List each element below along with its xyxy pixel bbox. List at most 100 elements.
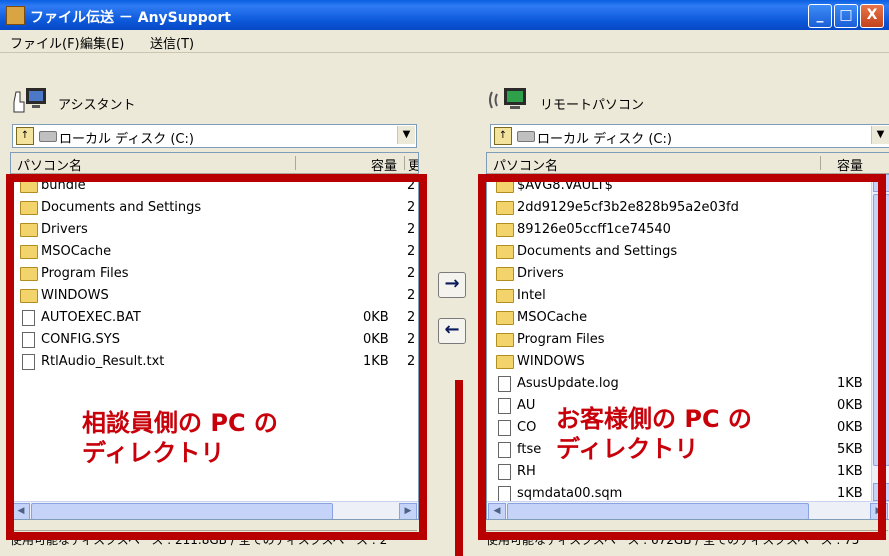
list-item[interactable]: WINDOWS 2 — [11, 285, 418, 307]
folder-icon — [20, 245, 38, 259]
item-date: 2 — [407, 222, 416, 237]
scroll-thumb[interactable] — [873, 194, 889, 466]
item-name: RH — [517, 464, 536, 479]
item-name: Documents and Settings — [517, 244, 678, 259]
right-column-name[interactable]: パソコン名 — [493, 155, 558, 174]
close-button[interactable]: X — [860, 4, 884, 28]
list-item[interactable]: RtlAudio_Result.txt 1KB 2 — [11, 351, 418, 373]
left-status-text: 使用可能なディスクスペース : 211.8GB / 全てのディスクスペース : … — [10, 530, 417, 551]
file-icon — [22, 354, 35, 370]
menu-bar: ファイル(F) 編集(E) 送信(T) — [0, 30, 889, 53]
folder-icon — [20, 289, 38, 303]
item-date: 2 — [407, 310, 416, 325]
menu-edit[interactable]: 編集(E) — [80, 33, 124, 52]
folder-icon — [496, 311, 514, 325]
list-item[interactable]: AUTOEXEC.BAT 0KB 2 — [11, 307, 418, 329]
list-item[interactable]: Drivers — [487, 263, 889, 285]
folder-up-icon[interactable]: ↑ — [494, 127, 512, 145]
list-item[interactable]: CONFIG.SYS 0KB 2 — [11, 329, 418, 351]
right-column-size[interactable]: 容量 — [837, 155, 863, 174]
send-to-remote-button[interactable]: → — [438, 272, 466, 298]
item-name: CONFIG.SYS — [41, 332, 120, 347]
menu-file[interactable]: ファイル(F) — [10, 33, 80, 52]
list-item[interactable]: 2dd9129e5cf3b2e828b95a2e03fd — [487, 197, 889, 219]
left-annotation: 相談員側の PC の ディレクトリ — [82, 409, 278, 467]
list-item[interactable]: 89126e05ccff1ce74540 — [487, 219, 889, 241]
item-name: 89126e05ccff1ce74540 — [517, 222, 671, 237]
assistant-label: アシスタント — [58, 98, 136, 113]
left-column-name[interactable]: パソコン名 — [17, 155, 82, 174]
item-date: 2 — [407, 200, 416, 215]
left-drive-select[interactable]: ↑ ローカル ディスク (C:) ▼ — [12, 124, 417, 148]
right-horizontal-scrollbar[interactable]: ◀ ▶ — [487, 501, 889, 519]
list-item[interactable]: $AVG8.VAULT$ — [487, 175, 889, 197]
file-icon — [498, 420, 511, 436]
scroll-right-icon[interactable]: ▶ — [870, 503, 888, 519]
item-size: 1KB — [837, 376, 863, 391]
folder-icon — [496, 289, 514, 303]
item-name: MSOCache — [41, 244, 112, 259]
divider-bar — [455, 380, 463, 556]
item-date: 2 — [407, 288, 416, 303]
item-date: 2 — [407, 178, 416, 193]
menu-send[interactable]: 送信(T) — [150, 33, 194, 52]
scroll-right-icon[interactable]: ▶ — [399, 503, 417, 519]
list-item[interactable]: RH 1KB — [487, 461, 889, 483]
chevron-down-icon[interactable]: ▼ — [397, 126, 415, 144]
drive-icon — [517, 131, 535, 142]
item-size: 0KB — [837, 420, 863, 435]
file-icon — [498, 398, 511, 414]
right-vertical-scrollbar[interactable]: ▲ ▼ — [871, 174, 889, 501]
list-item[interactable]: Intel — [487, 285, 889, 307]
chevron-down-icon[interactable]: ▼ — [871, 126, 889, 144]
list-item[interactable]: AsusUpdate.log 1KB — [487, 373, 889, 395]
item-name: Intel — [517, 288, 546, 303]
scroll-left-icon[interactable]: ◀ — [12, 503, 30, 519]
item-size: 1KB — [363, 354, 389, 369]
folder-icon — [20, 179, 38, 193]
list-item[interactable]: MSOCache — [487, 307, 889, 329]
file-icon — [498, 486, 511, 502]
list-item[interactable]: WINDOWS — [487, 351, 889, 373]
folder-up-icon[interactable]: ↑ — [16, 127, 34, 145]
right-drive-select[interactable]: ↑ ローカル ディスク (C:) ▼ — [490, 124, 889, 148]
remote-pc-icon — [489, 88, 526, 109]
list-item[interactable]: Documents and Settings 2 — [11, 197, 418, 219]
list-item[interactable]: Documents and Settings — [487, 241, 889, 263]
maximize-button[interactable]: □ — [834, 4, 858, 28]
left-horizontal-scrollbar[interactable]: ◀ ▶ — [11, 501, 418, 519]
file-icon — [498, 376, 511, 392]
scroll-thumb[interactable] — [31, 503, 333, 519]
folder-icon — [20, 267, 38, 281]
list-item[interactable]: Program Files 2 — [11, 263, 418, 285]
list-item[interactable]: MSOCache 2 — [11, 241, 418, 263]
scroll-down-icon[interactable]: ▼ — [873, 483, 889, 501]
scroll-up-icon[interactable]: ▲ — [873, 174, 889, 192]
right-list-header: パソコン名 容量 — [487, 153, 889, 174]
item-name: Drivers — [517, 266, 564, 281]
item-name: ftse — [517, 442, 542, 457]
list-item[interactable]: Drivers 2 — [11, 219, 418, 241]
list-item[interactable]: Program Files — [487, 329, 889, 351]
receive-from-remote-button[interactable]: ← — [438, 318, 466, 344]
item-name: Program Files — [41, 266, 129, 281]
right-annotation: お客様側の PC の ディレクトリ — [556, 405, 752, 463]
item-size: 0KB — [837, 398, 863, 413]
item-name: RtlAudio_Result.txt — [41, 354, 165, 369]
minimize-button[interactable]: _ — [808, 4, 832, 28]
left-column-date[interactable]: 更 — [408, 155, 418, 174]
right-file-list[interactable]: パソコン名 容量 $AVG8.VAULT$ 2dd9129e5cf3b2e828b… — [486, 152, 889, 520]
scroll-left-icon[interactable]: ◀ — [488, 503, 506, 519]
folder-icon — [20, 223, 38, 237]
item-name: AU — [517, 398, 536, 413]
item-name: Program Files — [517, 332, 605, 347]
item-name: AUTOEXEC.BAT — [41, 310, 141, 325]
drive-icon — [39, 131, 57, 142]
file-icon — [498, 464, 511, 480]
item-name: $AVG8.VAULT$ — [517, 178, 613, 193]
scroll-thumb[interactable] — [507, 503, 809, 519]
left-column-size[interactable]: 容量 — [371, 155, 397, 174]
item-name: sqmdata00.sqm — [517, 486, 623, 501]
item-name: bundle — [41, 178, 86, 193]
list-item[interactable]: bundle 2 — [11, 175, 418, 197]
